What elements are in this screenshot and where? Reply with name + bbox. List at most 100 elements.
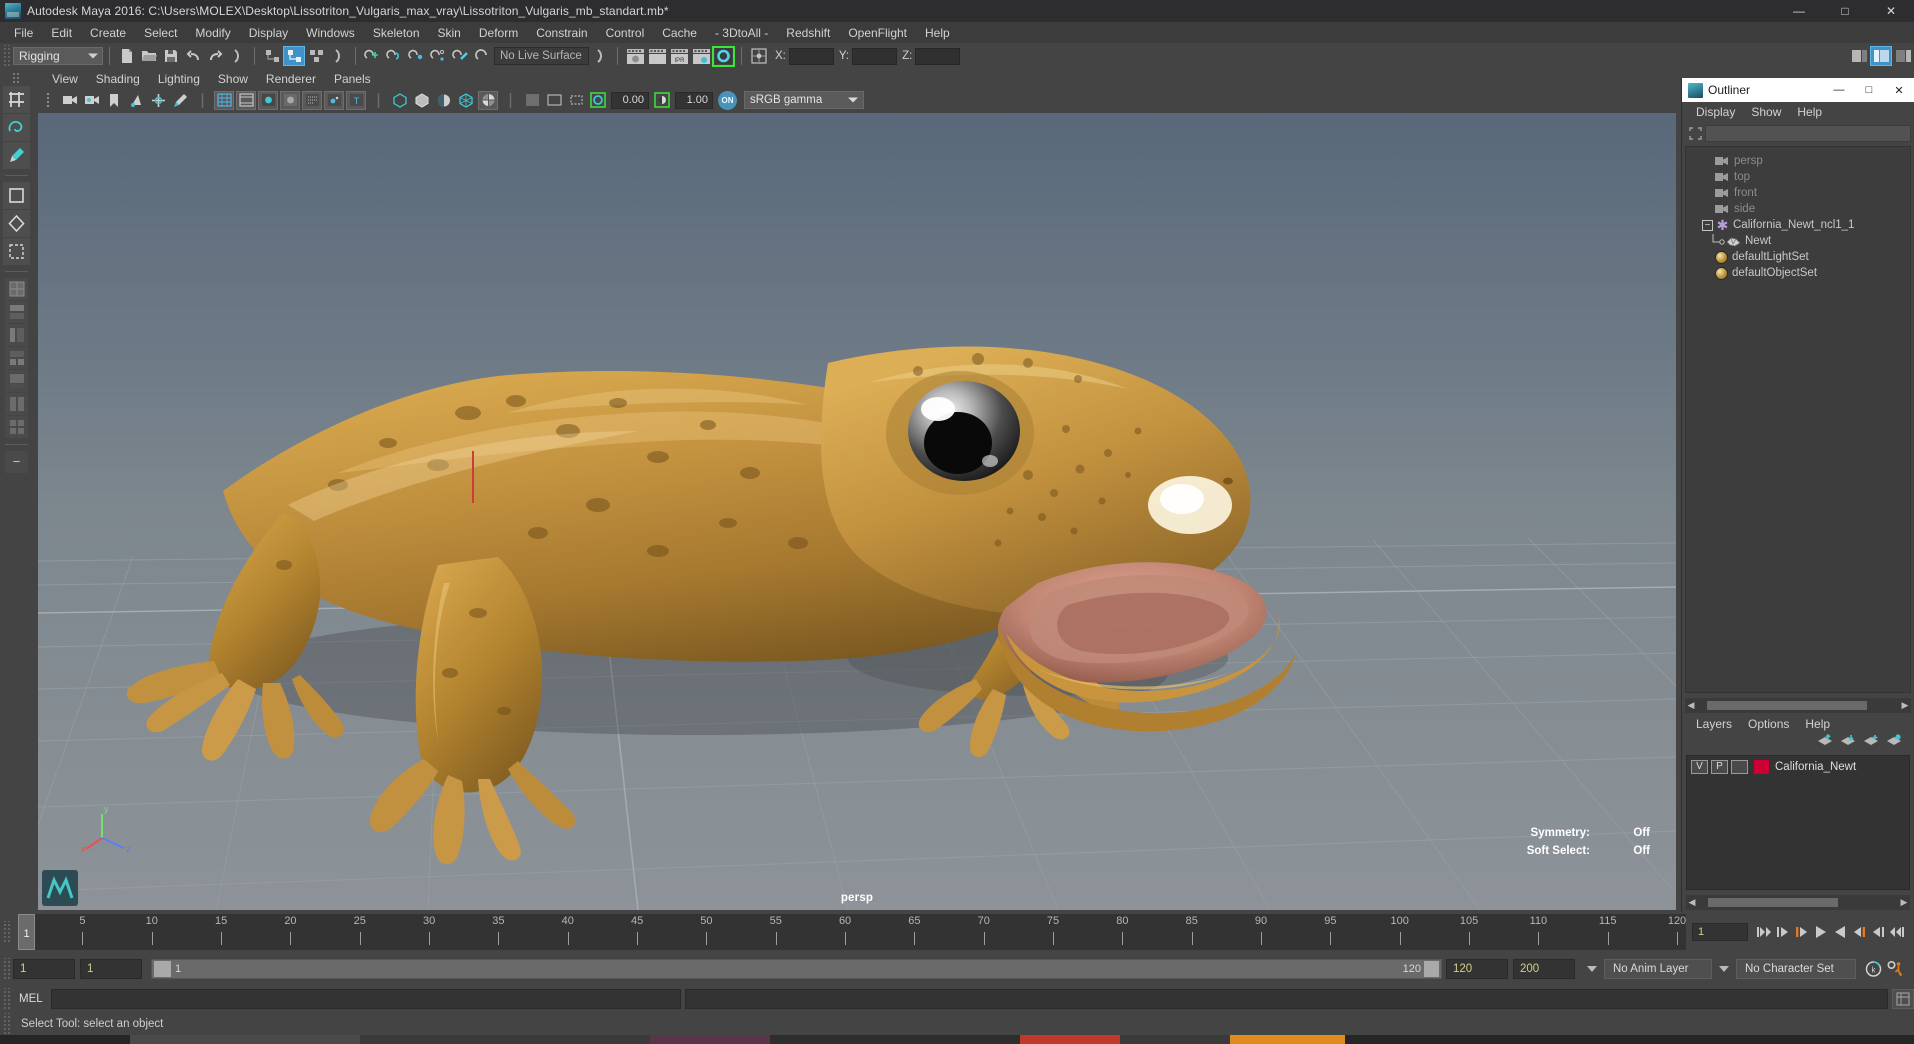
go-to-end-button[interactable] xyxy=(1887,922,1906,942)
gamma-field[interactable]: 1.00 xyxy=(675,91,713,109)
select-object-icon[interactable] xyxy=(283,46,305,66)
panel-grip-icon[interactable] xyxy=(38,91,58,110)
new-layer-from-selected-icon[interactable] xyxy=(1886,734,1902,750)
quick-layout-four-view-button[interactable] xyxy=(5,301,28,323)
layer-menu-layers[interactable]: Layers xyxy=(1688,717,1740,731)
snap-grid-icon[interactable] xyxy=(362,46,384,66)
menu-constrain[interactable]: Constrain xyxy=(527,24,596,42)
hierarchy-chevron-icon[interactable] xyxy=(327,46,349,66)
menu-help[interactable]: Help xyxy=(916,24,959,42)
make-live-icon[interactable] xyxy=(472,46,494,66)
outliner-tree[interactable]: persp top front side − ✱ California_Newt_ncl1_… xyxy=(1685,146,1911,693)
taskbar-item[interactable] xyxy=(1230,1035,1345,1044)
time-slider-playhead[interactable]: 1 xyxy=(18,914,35,950)
menuset-selector[interactable]: Rigging xyxy=(13,47,103,65)
live-chevron-icon[interactable] xyxy=(589,46,611,66)
taskbar-start-area[interactable] xyxy=(0,1035,130,1044)
coord-y-field[interactable] xyxy=(852,47,898,65)
taskbar-item[interactable] xyxy=(770,1035,1020,1044)
close-button[interactable]: ✕ xyxy=(1868,0,1914,22)
outliner-maximize-button[interactable]: □ xyxy=(1854,78,1884,102)
use-all-lights-icon[interactable] xyxy=(302,90,322,110)
menu-cache[interactable]: Cache xyxy=(653,24,706,42)
toolbox-grip[interactable] xyxy=(12,72,21,84)
layer-color-swatch[interactable] xyxy=(1754,759,1769,774)
play-forwards-button[interactable] xyxy=(1830,922,1849,942)
viewport-menu-lighting[interactable]: Lighting xyxy=(149,71,209,87)
step-forward-frame-button[interactable] xyxy=(1849,922,1868,942)
viewport-menu-view[interactable]: View xyxy=(43,71,87,87)
scroll-thumb[interactable] xyxy=(1707,701,1867,710)
range-slider-grip[interactable] xyxy=(2,957,11,980)
taskbar-item[interactable] xyxy=(1120,1035,1230,1044)
menu-deform[interactable]: Deform xyxy=(470,24,527,42)
layer-playback-toggle[interactable]: P xyxy=(1711,759,1728,774)
shadows-icon[interactable] xyxy=(324,90,344,110)
outliner-menu-show[interactable]: Show xyxy=(1743,104,1789,120)
layer-row[interactable]: V P California_Newt xyxy=(1687,758,1909,775)
time-slider-track[interactable]: 1 5 10 15 20 25 30 35 40 45 50 55 60 65 70 75 80 85 90 95 1… xyxy=(18,914,1686,950)
taskbar-item[interactable] xyxy=(1020,1035,1120,1044)
animation-preferences-icon[interactable] xyxy=(1884,959,1906,979)
anim-layer-chevron-icon[interactable] xyxy=(1587,965,1597,972)
outliner-item-defaultobjectset[interactable]: defaultObjectSet xyxy=(1686,265,1910,281)
command-help-button[interactable] xyxy=(1892,989,1914,1009)
layer-state-toggle[interactable] xyxy=(1731,759,1748,774)
quick-layout-hypergraph-button[interactable] xyxy=(5,347,28,369)
render-sequence-icon[interactable] xyxy=(646,46,668,66)
command-output[interactable] xyxy=(684,989,1888,1009)
scroll-thumb[interactable] xyxy=(1708,898,1838,907)
menu-display[interactable]: Display xyxy=(240,24,297,42)
toggle-resolution-gate-icon[interactable] xyxy=(566,91,586,110)
show-channel-box-icon[interactable] xyxy=(1892,46,1914,66)
xray-joints-icon[interactable] xyxy=(412,91,432,110)
image-plane-icon[interactable] xyxy=(126,91,146,110)
layer-horizontal-scrollbar[interactable]: ◀ ▶ xyxy=(1686,895,1910,910)
range-right-handle[interactable] xyxy=(1424,960,1439,977)
grease-pencil-icon[interactable] xyxy=(170,91,190,110)
select-hierarchy-icon[interactable] xyxy=(261,46,283,66)
taskbar-tray[interactable] xyxy=(1345,1035,1914,1044)
quick-layout-persp-graph-button[interactable] xyxy=(5,370,28,392)
lasso-tool-button[interactable] xyxy=(3,114,30,141)
render-view-icon[interactable] xyxy=(624,46,646,66)
show-tool-settings-icon[interactable] xyxy=(1870,46,1892,66)
taskbar-item[interactable] xyxy=(650,1035,770,1044)
coord-x-field[interactable] xyxy=(788,47,834,65)
step-forward-key-button[interactable] xyxy=(1868,922,1887,942)
outliner-item-side[interactable]: side xyxy=(1686,201,1910,217)
rotate-tool-button[interactable] xyxy=(3,210,30,237)
outliner-horizontal-scrollbar[interactable]: ◀ ▶ xyxy=(1685,698,1911,713)
move-layer-down-icon[interactable] xyxy=(1840,734,1856,750)
save-scene-icon[interactable] xyxy=(160,46,182,66)
color-management-toggle[interactable]: ON xyxy=(718,90,737,110)
range-start-field[interactable]: 1 xyxy=(80,958,142,979)
quick-layout-four-pane-button[interactable] xyxy=(5,416,28,438)
redo-icon[interactable] xyxy=(204,46,226,66)
outliner-item-persp[interactable]: persp xyxy=(1686,153,1910,169)
toolbar-grip[interactable] xyxy=(2,45,11,67)
animation-end-field[interactable]: 200 xyxy=(1513,958,1575,979)
viewport-menu-shading[interactable]: Shading xyxy=(87,71,149,87)
color-management-selector[interactable]: sRGB gamma xyxy=(744,91,864,109)
outliner-close-button[interactable]: ✕ xyxy=(1884,78,1914,102)
menu-create[interactable]: Create xyxy=(81,24,135,42)
screen-space-ao-icon[interactable]: T xyxy=(346,90,366,110)
outliner-item-newt[interactable]: Newt xyxy=(1686,233,1910,249)
perspective-viewport[interactable]: y z x persp Symmetry: Off Soft Select: O… xyxy=(38,113,1676,910)
hide-all-icon[interactable] xyxy=(522,91,542,110)
outliner-menu-display[interactable]: Display xyxy=(1688,104,1743,120)
help-line-grip[interactable] xyxy=(2,1013,11,1035)
layer-menu-help[interactable]: Help xyxy=(1797,717,1838,731)
select-component-icon[interactable] xyxy=(305,46,327,66)
menu-redshift[interactable]: Redshift xyxy=(777,24,839,42)
play-backwards-button[interactable] xyxy=(1811,922,1830,942)
layer-menu-options[interactable]: Options xyxy=(1740,717,1797,731)
quick-layout-two-pane-button[interactable] xyxy=(5,393,28,415)
command-line-grip[interactable] xyxy=(2,988,11,1010)
snap-projected-icon[interactable] xyxy=(428,46,450,66)
texture-checker-icon[interactable] xyxy=(478,90,498,110)
snap-point-icon[interactable] xyxy=(406,46,428,66)
live-surface-field[interactable]: No Live Surface xyxy=(494,47,589,65)
shaded-display-icon[interactable] xyxy=(236,90,256,110)
